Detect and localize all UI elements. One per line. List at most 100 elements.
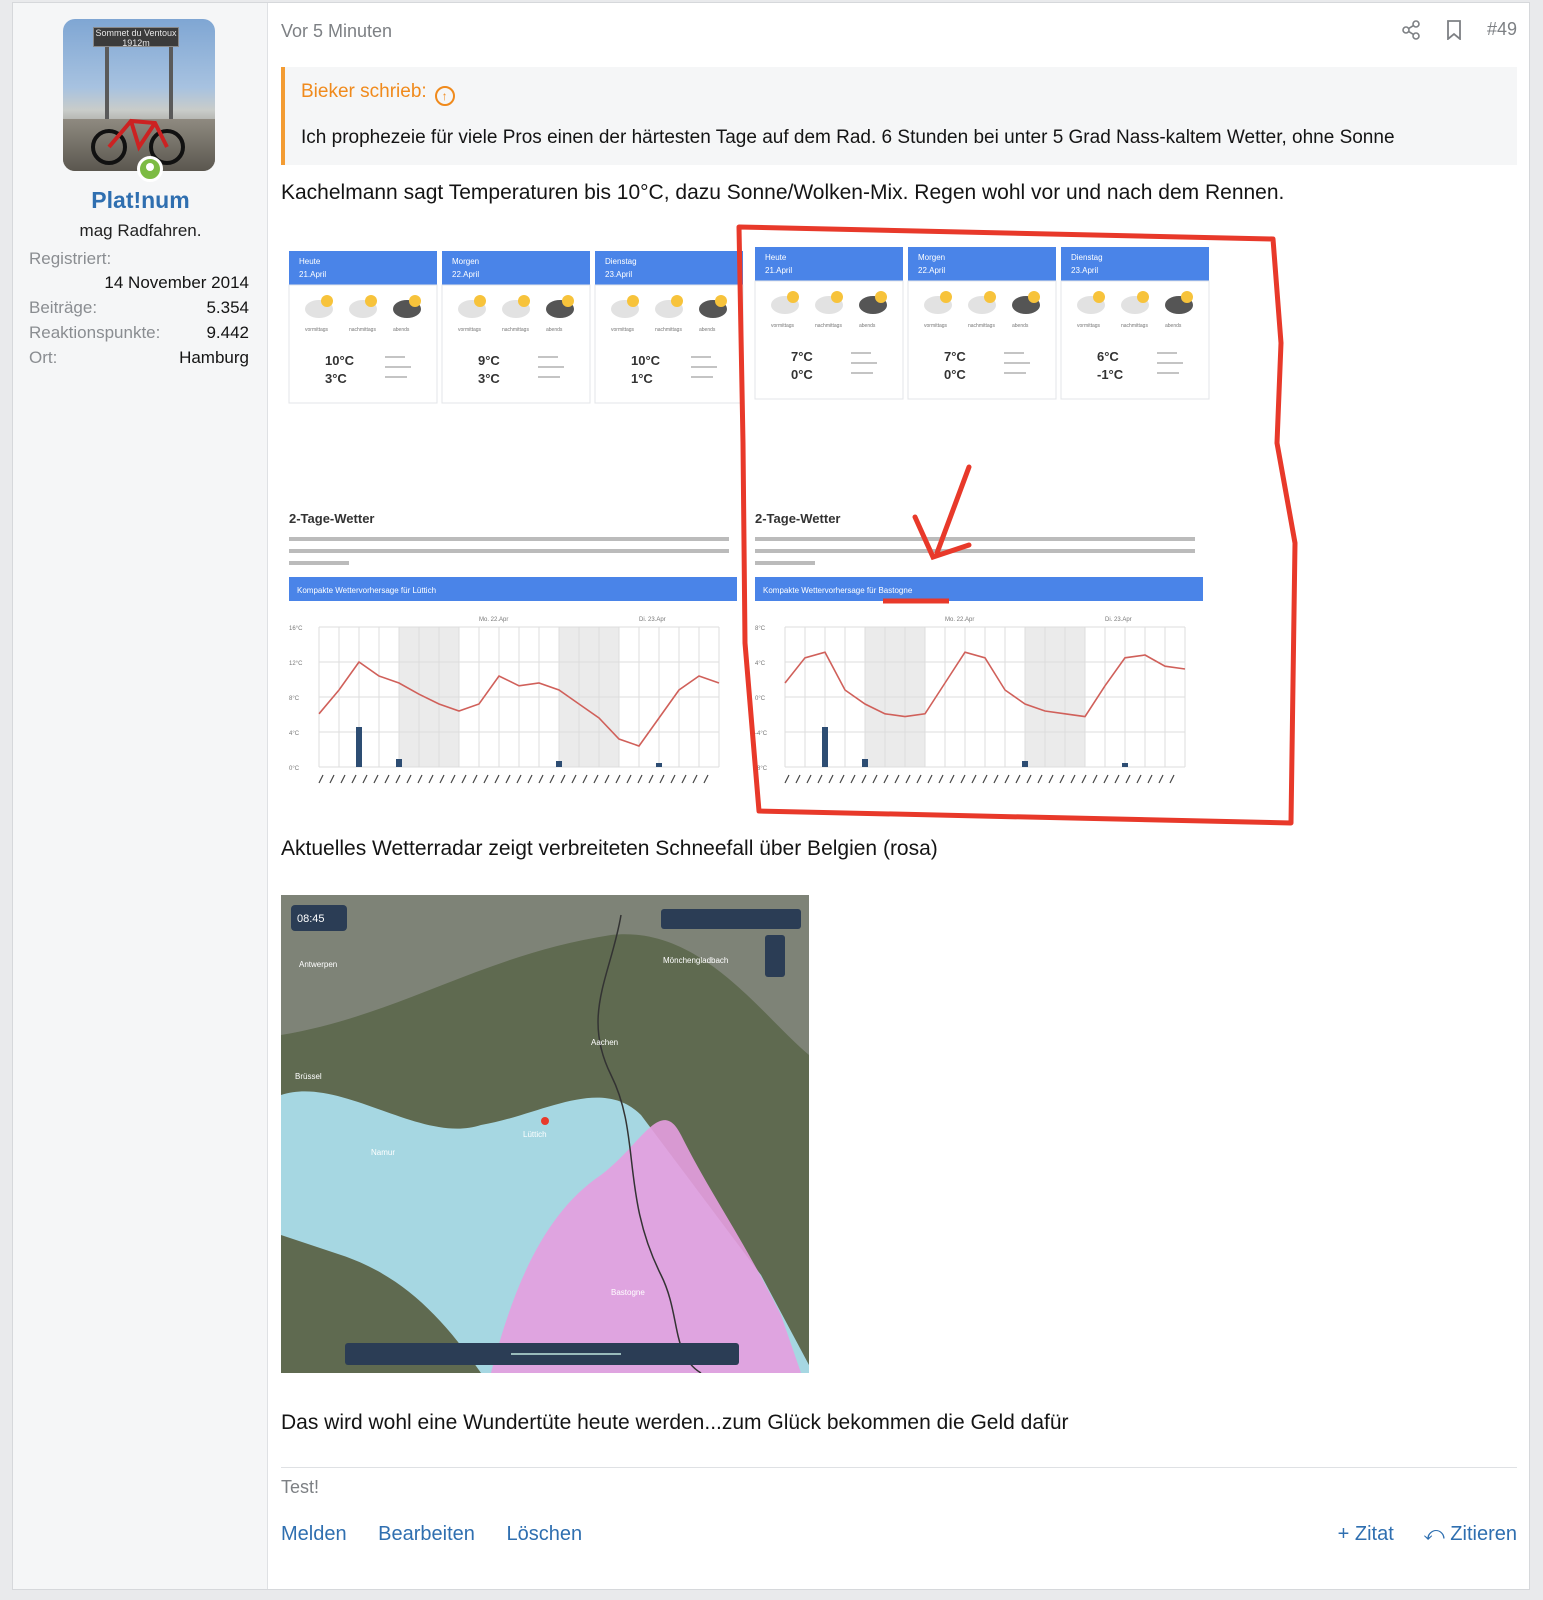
wind-arrow bbox=[703, 774, 709, 784]
day-label: Di. 23.Apr bbox=[1105, 617, 1132, 623]
location-marker bbox=[541, 1117, 549, 1125]
wind-arrow bbox=[1026, 774, 1032, 784]
sun-icon bbox=[831, 291, 843, 303]
max-temp: 9°C bbox=[478, 353, 500, 368]
wind-arrow bbox=[318, 774, 324, 784]
wind-arrow bbox=[1169, 774, 1175, 784]
wind-arrow bbox=[1037, 774, 1043, 784]
sun-icon bbox=[409, 295, 421, 307]
section-title: 2-Tage-Wetter bbox=[289, 511, 374, 526]
precip-bar bbox=[356, 727, 362, 767]
wind-arrow bbox=[362, 774, 368, 784]
period-label: vormittags bbox=[771, 323, 795, 329]
wind-arrow bbox=[692, 774, 698, 784]
stat-value: Hamburg bbox=[179, 348, 249, 367]
period-label: abends bbox=[1165, 323, 1182, 329]
username[interactable]: Plat!num bbox=[13, 187, 268, 214]
period-label: abends bbox=[393, 327, 410, 333]
wind-arrow bbox=[971, 774, 977, 784]
wind-arrow bbox=[1092, 774, 1098, 784]
report-link[interactable]: Melden bbox=[281, 1523, 347, 1545]
wind-arrow bbox=[648, 774, 654, 784]
forecast-subtitle: Kompakte Wettervorhersage für Bastogne bbox=[763, 586, 913, 595]
precip-bar bbox=[656, 763, 662, 767]
bookmark-icon[interactable] bbox=[1445, 19, 1463, 40]
y-tick-label: 4°C bbox=[755, 661, 766, 667]
quote-author-label: Bieker schrieb: bbox=[301, 81, 427, 102]
y-tick-label: -4°C bbox=[755, 731, 768, 737]
wind-arrow bbox=[795, 774, 801, 784]
map-toolbar bbox=[661, 909, 801, 929]
reply-icon: ⤺ bbox=[1423, 1523, 1445, 1545]
min-temp: 1°C bbox=[631, 371, 653, 386]
post-time[interactable]: Vor 5 Minuten bbox=[281, 21, 392, 42]
description-text-line bbox=[289, 561, 349, 565]
max-temp: 10°C bbox=[631, 353, 661, 368]
period-label: nachmittags bbox=[1121, 323, 1148, 329]
radar-image[interactable]: Antwerpen Brüssel Mönchengladbach Aachen Lüt… bbox=[281, 895, 809, 1373]
wind-arrow bbox=[472, 774, 478, 784]
min-temp: -1°C bbox=[1097, 367, 1124, 382]
precip-bar bbox=[396, 759, 402, 767]
quote-author[interactable]: Bieker schrieb: ↑ bbox=[301, 81, 455, 106]
sun-icon bbox=[627, 295, 639, 307]
share-icon[interactable] bbox=[1401, 19, 1421, 40]
delete-link[interactable]: Löschen bbox=[506, 1523, 582, 1545]
wind-arrow bbox=[916, 774, 922, 784]
sun-icon bbox=[875, 291, 887, 303]
day-date: 23.April bbox=[605, 270, 632, 279]
multiquote-link[interactable]: + Zitat bbox=[1338, 1523, 1394, 1545]
reply-quote-link[interactable]: ⤺ Zitieren bbox=[1423, 1523, 1517, 1545]
period-label: nachmittags bbox=[349, 327, 376, 333]
edit-link[interactable]: Bearbeiten bbox=[378, 1523, 475, 1545]
y-tick-label: 0°C bbox=[289, 766, 300, 772]
wind-arrow bbox=[538, 774, 544, 784]
wind-arrow bbox=[1103, 774, 1109, 784]
wind-arrow bbox=[1059, 774, 1065, 784]
wind-arrow bbox=[615, 774, 621, 784]
sun-icon bbox=[1181, 291, 1193, 303]
wind-arrow bbox=[637, 774, 643, 784]
wind-arrow bbox=[993, 774, 999, 784]
max-temp: 10°C bbox=[325, 353, 355, 368]
wind-arrow bbox=[604, 774, 610, 784]
wind-arrow bbox=[1081, 774, 1087, 784]
y-tick-label: 12°C bbox=[289, 661, 303, 667]
avatar[interactable]: Sommet du Ventoux 1912m bbox=[63, 19, 215, 171]
wind-arrow bbox=[329, 774, 335, 784]
wind-arrow bbox=[1125, 774, 1131, 784]
wind-arrow bbox=[670, 774, 676, 784]
weather-forecast-graphic: Heute 21.April vormittags nachmittags abends… bbox=[288, 224, 1298, 826]
weather-image[interactable]: Heute 21.April vormittags nachmittags abends… bbox=[281, 223, 1341, 843]
period-label: nachmittags bbox=[655, 327, 682, 333]
wind-arrow bbox=[439, 774, 445, 784]
wind-arrow bbox=[681, 774, 687, 784]
city-label: Mönchengladbach bbox=[663, 956, 728, 965]
period-label: vormittags bbox=[458, 327, 482, 333]
stat-posts: Beiträge: 5.354 bbox=[29, 298, 249, 318]
day-name: Dienstag bbox=[605, 257, 637, 266]
wind-arrow bbox=[850, 774, 856, 784]
wind-arrow bbox=[450, 774, 456, 784]
period-label: abends bbox=[859, 323, 876, 329]
paragraph: Das wird wohl eine Wundertüte heute werd… bbox=[281, 1411, 1069, 1434]
wind-arrow bbox=[1048, 774, 1054, 784]
max-temp: 6°C bbox=[1097, 349, 1119, 364]
min-temp: 3°C bbox=[478, 371, 500, 386]
post-number[interactable]: #49 bbox=[1487, 19, 1517, 40]
sun-icon bbox=[671, 295, 683, 307]
signature-divider bbox=[281, 1467, 1517, 1468]
wind-arrow bbox=[960, 774, 966, 784]
sun-icon bbox=[562, 295, 574, 307]
post-frame: Sommet du Ventoux 1912m Plat!num mag Rad… bbox=[12, 2, 1530, 1590]
annotation-arrow bbox=[912, 464, 972, 561]
paragraph: Kachelmann sagt Temperaturen bis 10°C, d… bbox=[281, 181, 1285, 204]
wind-arrow bbox=[406, 774, 412, 784]
footer-actions-right: + Zitat ⤺ Zitieren bbox=[1314, 1523, 1517, 1546]
user-title: mag Radfahren. bbox=[79, 221, 202, 240]
arrow-up-circle-icon[interactable]: ↑ bbox=[434, 86, 455, 106]
period-label: vormittags bbox=[924, 323, 948, 329]
wind-arrow bbox=[1147, 774, 1153, 784]
day-name: Heute bbox=[299, 257, 321, 266]
day-name: Morgen bbox=[918, 253, 945, 262]
